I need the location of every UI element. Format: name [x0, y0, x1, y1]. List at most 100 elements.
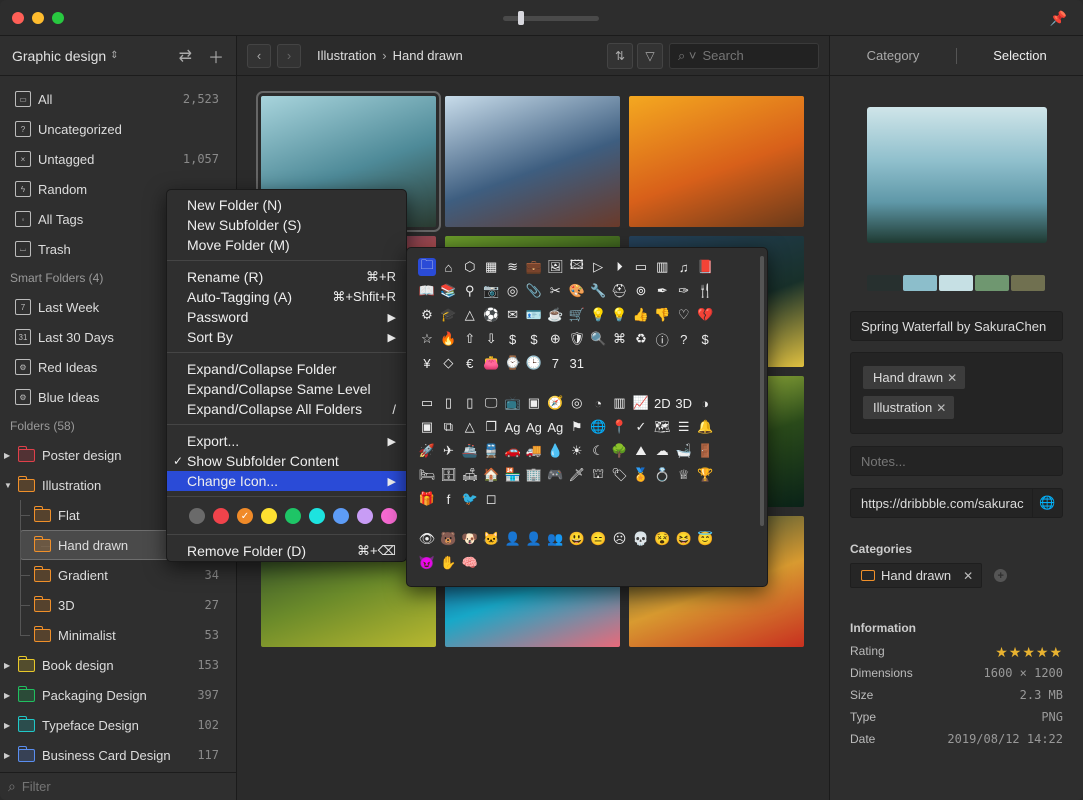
- menu-item-new-folder-n[interactable]: New Folder (N): [167, 195, 406, 215]
- icon-option[interactable]: ◎: [504, 282, 522, 300]
- icon-option[interactable]: 👤: [525, 530, 543, 548]
- menu-item-export[interactable]: Export... ▶: [167, 431, 406, 451]
- icon-option[interactable]: 31: [568, 354, 586, 372]
- icon-option[interactable]: 💼: [525, 258, 543, 276]
- folder-item[interactable]: ▶ Business Card Design 117: [0, 740, 236, 770]
- icon-option[interactable]: ✋: [439, 554, 457, 572]
- tags-field[interactable]: Hand drawn ✕ Illustration ✕: [850, 352, 1063, 434]
- collapse-arrow-icon[interactable]: ▼: [4, 481, 12, 490]
- icon-option[interactable]: ⓘ: [653, 330, 671, 348]
- expand-arrow-icon[interactable]: ▶: [4, 751, 12, 760]
- icon-option[interactable]: ▣: [525, 394, 543, 412]
- icon-option[interactable]: 📚: [439, 282, 457, 300]
- icon-option[interactable]: 📎: [525, 282, 543, 300]
- expand-arrow-icon[interactable]: ▶: [4, 691, 12, 700]
- icon-option[interactable]: 👍: [632, 306, 650, 324]
- icon-option[interactable]: 🏢: [525, 466, 543, 484]
- expand-arrow-icon[interactable]: ▶: [4, 721, 12, 730]
- icon-option[interactable]: ✑: [675, 282, 693, 300]
- icon-option[interactable]: 👎: [653, 306, 671, 324]
- icon-option[interactable]: ⇩: [482, 330, 500, 348]
- sidebar-item-all[interactable]: ▭ All 2,523: [0, 84, 236, 114]
- icon-option[interactable]: 🎨: [568, 282, 586, 300]
- icon-option[interactable]: ◔: [589, 394, 607, 412]
- icon-option[interactable]: 3D: [675, 394, 693, 412]
- icon-option[interactable]: 😑: [589, 530, 607, 548]
- rating-stars[interactable]: ★★★★★: [995, 644, 1063, 661]
- icon-option[interactable]: 🧭: [546, 394, 564, 412]
- color-swatch[interactable]: [285, 508, 301, 524]
- icon-option[interactable]: ▯: [439, 394, 457, 412]
- icon-option[interactable]: 7: [546, 354, 564, 372]
- url-field[interactable]: https://dribbble.com/sakurac 🌐: [850, 488, 1063, 518]
- icon-option[interactable]: 🛏: [418, 466, 436, 484]
- icon-option[interactable]: 🧠: [461, 554, 479, 572]
- icon-option[interactable]: ☹: [611, 530, 629, 548]
- icon-option[interactable]: ☕: [546, 306, 564, 324]
- icon-option[interactable]: △: [461, 306, 479, 324]
- color-swatch[interactable]: [309, 508, 325, 524]
- icon-option[interactable]: 🏠: [482, 466, 500, 484]
- tag-chip[interactable]: Hand drawn ✕: [863, 366, 966, 389]
- expand-arrow-icon[interactable]: ▶: [4, 451, 12, 460]
- sidebar-item-uncategorized[interactable]: ? Uncategorized: [0, 114, 236, 144]
- icon-option[interactable]: 🚗: [504, 442, 522, 460]
- icon-option[interactable]: ▭: [632, 258, 650, 276]
- icon-option[interactable]: 🌐: [589, 418, 607, 436]
- add-icon[interactable]: ＋: [208, 44, 224, 68]
- icon-option[interactable]: 💡: [611, 306, 629, 324]
- palette-swatch[interactable]: [903, 275, 937, 291]
- icon-option[interactable]: ⌂: [439, 258, 457, 276]
- icon-option[interactable]: 🍴: [696, 282, 714, 300]
- icon-option[interactable]: ✉: [504, 306, 522, 324]
- minimize-window-button[interactable]: [32, 12, 44, 24]
- icon-option[interactable]: ⧉: [439, 418, 457, 436]
- icon-option[interactable]: 🐶: [461, 530, 479, 548]
- search-input[interactable]: [702, 48, 803, 63]
- menu-item-auto-tagging-a[interactable]: Auto-Tagging (A) ⌘+Shfit+R: [167, 287, 406, 307]
- color-swatch[interactable]: [333, 508, 349, 524]
- icon-option[interactable]: ▥: [611, 394, 629, 412]
- icon-option[interactable]: 🪪: [525, 306, 543, 324]
- icon-option[interactable]: 🚪: [696, 442, 714, 460]
- icon-option[interactable]: ⚙: [418, 306, 436, 324]
- icon-option[interactable]: 🎮: [546, 466, 564, 484]
- maximize-window-button[interactable]: [52, 12, 64, 24]
- icon-option[interactable]: ⊕: [546, 330, 564, 348]
- tag-chip[interactable]: Illustration ✕: [863, 396, 955, 419]
- library-switcher[interactable]: Graphic design ⇕ ⇄ ＋: [0, 36, 236, 76]
- color-swatch[interactable]: [261, 508, 277, 524]
- back-button[interactable]: ‹: [247, 43, 271, 68]
- icon-option[interactable]: ⚽: [482, 306, 500, 324]
- icon-option[interactable]: ≋: [504, 258, 522, 276]
- menu-item-move-folder-m[interactable]: Move Folder (M): [167, 235, 406, 255]
- image-preview[interactable]: [867, 107, 1047, 243]
- icon-option[interactable]: 🚀: [418, 442, 436, 460]
- menu-item-expand-collapse-all-folders[interactable]: Expand/Collapse All Folders /: [167, 399, 406, 419]
- icon-option[interactable]: ☆: [418, 330, 436, 348]
- icon-option[interactable]: Ag: [546, 418, 564, 436]
- icon-option[interactable]: 🖾: [568, 257, 586, 276]
- icon-option[interactable]: Ag: [504, 418, 522, 436]
- menu-item-rename-r[interactable]: Rename (R) ⌘+R: [167, 267, 406, 287]
- breadcrumb-item[interactable]: Illustration: [317, 48, 376, 63]
- icon-option[interactable]: 🌳: [611, 442, 629, 460]
- icon-option[interactable]: $: [696, 330, 714, 348]
- icon-option[interactable]: ♻: [632, 330, 650, 348]
- search-box[interactable]: ⌕ ˅: [669, 42, 819, 69]
- icon-option[interactable]: ⚲: [461, 282, 479, 300]
- icon-option[interactable]: ☁: [653, 442, 671, 460]
- icon-option[interactable]: ¥: [418, 354, 436, 372]
- icon-option[interactable]: ✓: [632, 418, 650, 436]
- icon-option[interactable]: 📷: [482, 282, 500, 300]
- icon-option[interactable]: 😇: [696, 530, 714, 548]
- icon-option[interactable]: ⌘: [611, 330, 629, 348]
- swap-icon[interactable]: ⇄: [179, 46, 192, 66]
- icon-option[interactable]: ♕: [675, 466, 693, 484]
- sort-button[interactable]: ⇅: [607, 42, 633, 69]
- icon-option[interactable]: 💀: [632, 530, 650, 548]
- icon-option[interactable]: ◇: [439, 354, 457, 372]
- icon-option[interactable]: 👥: [546, 530, 564, 548]
- icon-option[interactable]: 📖: [418, 282, 436, 300]
- title-field[interactable]: Spring Waterfall by SakuraChen: [850, 311, 1063, 341]
